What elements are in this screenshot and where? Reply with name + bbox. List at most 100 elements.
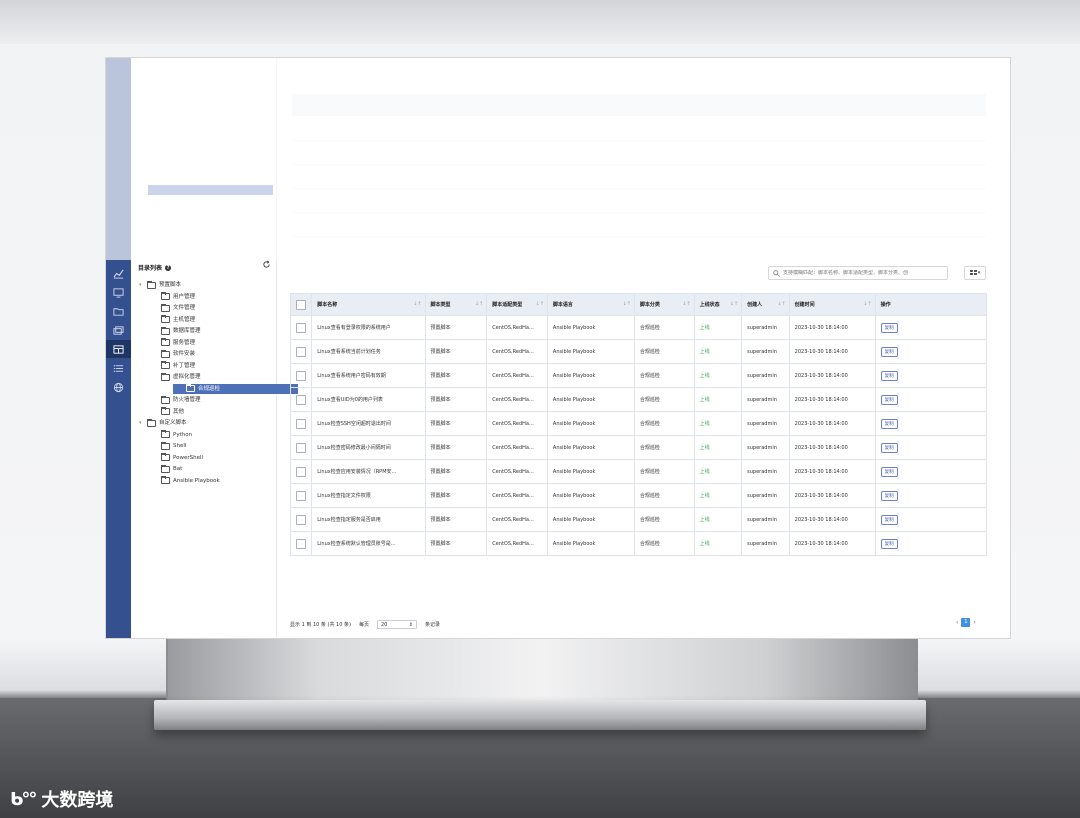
sort-icon[interactable]: ↓↑ xyxy=(413,301,421,307)
copy-button[interactable]: 复制 xyxy=(880,370,898,381)
table-row[interactable]: Linux检查系统默认管理员账号是... 预置脚本 CentOS,RedHa... A… xyxy=(289,531,988,556)
row-checkbox[interactable] xyxy=(296,346,306,357)
col-header-type[interactable]: 脚本类型 ↓↑ xyxy=(424,293,488,316)
tree-item[interactable]: 虚拟化管理 xyxy=(161,372,201,382)
list-icon[interactable] xyxy=(106,359,131,377)
sort-icon[interactable]: ↓↑ xyxy=(475,301,483,307)
table-row[interactable]: Linux查看有登录权限的系统用户 预置脚本 CentOS,RedHa... Ansi… xyxy=(289,315,988,340)
tree-item[interactable]: Python xyxy=(161,430,192,440)
cell-time: 2023-10-30 18:14:00 xyxy=(788,507,876,532)
copy-button[interactable]: 复制 xyxy=(880,466,898,477)
tree-item[interactable]: Shell xyxy=(161,441,186,451)
copy-button[interactable]: 复制 xyxy=(880,346,898,357)
row-select-cell[interactable] xyxy=(289,339,313,364)
search-input[interactable] xyxy=(783,270,943,276)
tree-item[interactable]: 数据库管理 xyxy=(161,326,201,336)
tree-item[interactable]: Bat xyxy=(161,464,182,474)
copy-button[interactable]: 复制 xyxy=(880,490,898,501)
copy-button[interactable]: 复制 xyxy=(880,538,898,549)
table-row[interactable]: Linux查看系统当前计划任务 预置脚本 CentOS,RedHa... Ansibl… xyxy=(289,339,988,364)
cell-status: 上线 xyxy=(693,315,743,340)
chart-icon[interactable] xyxy=(106,264,131,282)
sort-icon[interactable]: ↓↑ xyxy=(682,301,690,307)
sort-icon[interactable]: ↓↑ xyxy=(730,301,738,307)
col-header-time[interactable]: 创建时间 ↓↑ xyxy=(788,293,876,316)
row-checkbox[interactable] xyxy=(296,442,306,453)
page-size-select[interactable]: 20 ⇕ xyxy=(376,620,417,629)
sort-icon[interactable]: ↓↑ xyxy=(863,301,871,307)
copy-button[interactable]: 复制 xyxy=(880,442,898,453)
folder-icon xyxy=(161,464,170,473)
folder-icon[interactable] xyxy=(106,302,131,320)
tree-item[interactable]: 用户管理 xyxy=(161,292,195,302)
next-page-icon[interactable]: › xyxy=(973,619,975,626)
caret-down-icon[interactable]: ▾ xyxy=(139,280,144,290)
table-row[interactable]: Linux检查指定文件权限 预置脚本 CentOS,RedHa... Ansible … xyxy=(289,483,988,508)
row-checkbox[interactable] xyxy=(296,418,306,429)
table-row[interactable]: Linux检查密码修改最小间隔时间 预置脚本 CentOS,RedHa... Ansi… xyxy=(289,435,988,460)
copy-button[interactable]: 复制 xyxy=(880,394,898,405)
records-unit-label: 条记录 xyxy=(424,622,440,628)
cell-creator: superadmin xyxy=(741,411,790,436)
help-icon[interactable]: ? xyxy=(165,264,172,271)
globe-icon[interactable] xyxy=(106,378,131,396)
tree-item[interactable]: 其他 xyxy=(161,407,184,417)
tree-group-node[interactable]: ▾ 预置脚本 xyxy=(139,280,181,290)
col-header-adapt[interactable]: 脚本适配类型 ↓↑ xyxy=(486,293,548,316)
col-header-name[interactable]: 脚本名称 ↓↑ xyxy=(311,293,426,316)
row-checkbox[interactable] xyxy=(296,322,306,333)
col-header-lang[interactable]: 脚本语言 ↓↑ xyxy=(546,293,635,316)
row-select-cell[interactable] xyxy=(289,363,313,388)
table-row[interactable]: Linux查看UID为0的用户列表 预置脚本 CentOS,RedHa... Ansi… xyxy=(289,387,988,412)
sort-icon[interactable]: ↓↑ xyxy=(623,301,631,307)
tree-item[interactable]: 服务管理 xyxy=(161,338,195,348)
tree-item[interactable]: 主机管理 xyxy=(161,315,195,325)
table-row[interactable]: Linux检查应用安装情况（RPM安... 预置脚本 CentOS,RedHa...… xyxy=(289,459,988,484)
tree-item[interactable]: 防火墙管理 xyxy=(161,395,201,405)
table-row[interactable]: Linux检查SSH空闲超时退出时间 预置脚本 CentOS,RedHa... Ans… xyxy=(289,411,988,436)
current-page-button[interactable]: 1 xyxy=(961,618,971,627)
tree-group-node[interactable]: ▾ 自定义脚本 xyxy=(139,418,187,428)
layers-icon[interactable] xyxy=(106,321,131,339)
select-all-cell[interactable] xyxy=(289,293,313,316)
col-header-category[interactable]: 脚本分类 ↓↑ xyxy=(633,293,695,316)
tree-item[interactable]: PowerShell xyxy=(161,453,203,463)
tree-item[interactable]: 补丁管理 xyxy=(161,361,195,371)
caret-down-icon[interactable]: ▾ xyxy=(139,418,144,428)
row-select-cell[interactable] xyxy=(289,315,313,340)
tree-item[interactable]: 软件安装 xyxy=(161,349,195,359)
watermark-logo: ᑲ°° 大数跨境 xyxy=(10,786,113,812)
monitor-icon[interactable] xyxy=(106,283,131,301)
script-box-icon[interactable] xyxy=(106,340,131,358)
row-select-cell[interactable] xyxy=(289,483,313,508)
row-select-cell[interactable] xyxy=(289,435,313,460)
row-select-cell[interactable] xyxy=(289,507,313,532)
table-row[interactable]: Linux检查指定服务是否启用 预置脚本 CentOS,RedHa... Ansibl… xyxy=(289,507,988,532)
tree-item[interactable]: 文件管理 xyxy=(161,303,195,313)
row-select-cell[interactable] xyxy=(289,531,313,556)
copy-button[interactable]: 复制 xyxy=(880,322,898,333)
col-header-status[interactable]: 上线状态 ↓↑ xyxy=(693,293,743,316)
row-select-cell[interactable] xyxy=(289,411,313,436)
search-box[interactable] xyxy=(768,266,948,280)
sort-icon[interactable]: ↓↑ xyxy=(536,301,544,307)
table-row[interactable]: Linux查看系统用户密码有效期 预置脚本 CentOS,RedHa... Ansib… xyxy=(289,363,988,388)
tree-item[interactable]: Ansible Playbook xyxy=(161,476,220,486)
sort-icon[interactable]: ↓↑ xyxy=(777,301,785,307)
cell-type: 预置脚本 xyxy=(424,507,488,532)
row-checkbox[interactable] xyxy=(296,514,306,525)
row-select-cell[interactable] xyxy=(289,459,313,484)
refresh-icon[interactable] xyxy=(262,260,271,269)
row-checkbox[interactable] xyxy=(296,370,306,381)
row-checkbox[interactable] xyxy=(296,394,306,405)
prev-page-icon[interactable]: ‹ xyxy=(956,619,958,626)
copy-button[interactable]: 复制 xyxy=(880,514,898,525)
row-select-cell[interactable] xyxy=(289,387,313,412)
row-checkbox[interactable] xyxy=(296,538,306,549)
column-settings-button[interactable]: ▾ xyxy=(964,266,986,280)
row-checkbox[interactable] xyxy=(296,490,306,501)
col-header-creator[interactable]: 创建人 ↓↑ xyxy=(741,293,790,316)
select-all-checkbox[interactable] xyxy=(296,299,306,310)
copy-button[interactable]: 复制 xyxy=(880,418,898,429)
row-checkbox[interactable] xyxy=(296,466,306,477)
